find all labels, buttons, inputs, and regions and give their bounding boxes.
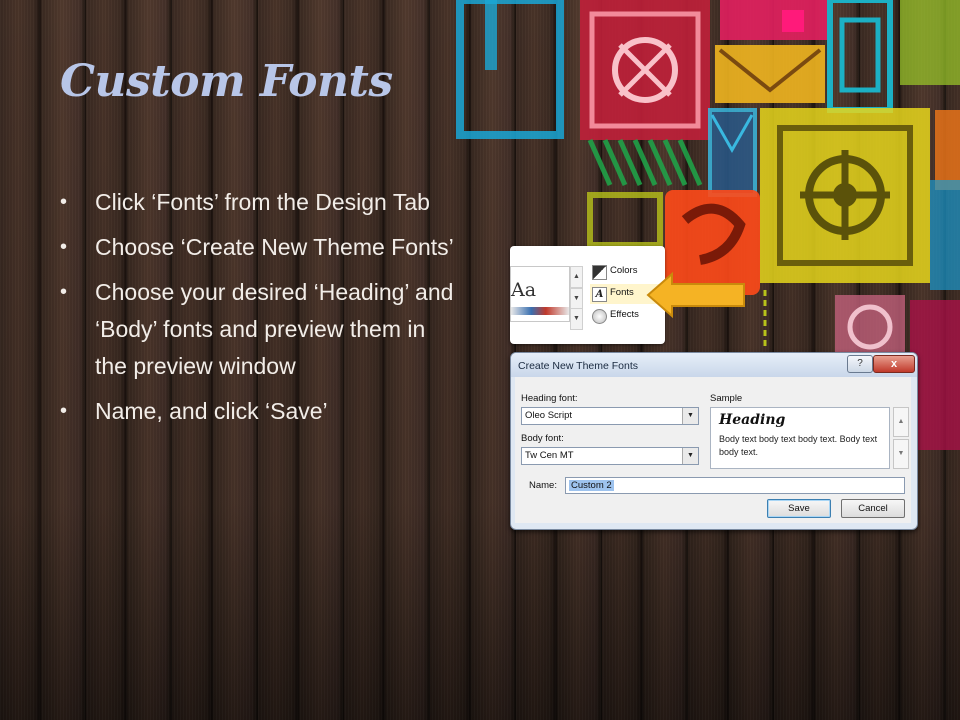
theme-color-strip [511,307,569,315]
fonts-label: Fonts [610,287,634,298]
fonts-icon: A [592,287,607,302]
bullet-item: Choose ‘Create New Theme Fonts’ [60,229,460,266]
dialog-body: Heading font: Oleo Script ▼ Body font: T… [515,377,911,523]
create-theme-fonts-dialog: Create New Theme Fonts ? x Heading font:… [510,352,918,530]
theme-preview-thumbnail[interactable]: Aa [510,266,570,322]
sample-preview: Heading Body text body text body text. B… [710,407,890,469]
save-button[interactable]: Save [767,499,831,518]
sample-body: Body text body text body text. Body text… [719,434,878,457]
bullet-item: Name, and click ‘Save’ [60,393,460,430]
slide-background: Custom Fonts Click ‘Fonts’ from the Desi… [0,0,960,720]
dialog-title: Create New Theme Fonts [518,360,639,372]
ribbon-themes-panel: Aa ▲ ▼ ▼ Colors A Fonts Effects [510,246,665,344]
help-button[interactable]: ? [847,355,873,373]
body-font-label: Body font: [521,433,564,444]
body-font-value: Tw Cen MT [525,450,574,461]
name-input[interactable]: Custom 2 [565,477,905,494]
heading-font-select[interactable]: Oleo Script ▼ [521,407,699,425]
sample-scroll-up-icon[interactable]: ▲ [893,407,909,437]
colors-label: Colors [610,265,638,276]
effects-label: Effects [610,309,639,320]
gallery-more-icon[interactable]: ▼ [570,308,583,330]
yellow-arrow-icon [646,272,745,318]
effects-icon [592,309,607,324]
gallery-scroll-down-icon[interactable]: ▼ [570,288,583,310]
chevron-down-icon[interactable]: ▼ [682,448,698,464]
name-value: Custom 2 [569,480,614,491]
body-font-select[interactable]: Tw Cen MT ▼ [521,447,699,465]
slide-title: Custom Fonts [60,56,393,107]
bullet-item: Click ‘Fonts’ from the Design Tab [60,184,460,221]
name-label: Name: [529,480,557,491]
bullet-list: Click ‘Fonts’ from the Design Tab Choose… [60,184,460,438]
sample-scroll-down-icon[interactable]: ▼ [893,439,909,469]
bullet-item: Choose your desired ‘Heading’ and ‘Body’… [60,274,460,385]
heading-font-label: Heading font: [521,393,578,404]
sample-label: Sample [710,393,743,404]
colors-icon [592,265,607,280]
theme-preview-text: Aa [511,279,537,301]
sample-heading: Heading [719,412,786,428]
heading-font-value: Oleo Script [525,410,572,421]
dialog-titlebar[interactable]: Create New Theme Fonts ? x [511,353,917,377]
chevron-down-icon[interactable]: ▼ [682,408,698,424]
cancel-button[interactable]: Cancel [841,499,905,518]
gallery-scroll-up-icon[interactable]: ▲ [570,266,583,288]
close-button[interactable]: x [873,355,915,373]
